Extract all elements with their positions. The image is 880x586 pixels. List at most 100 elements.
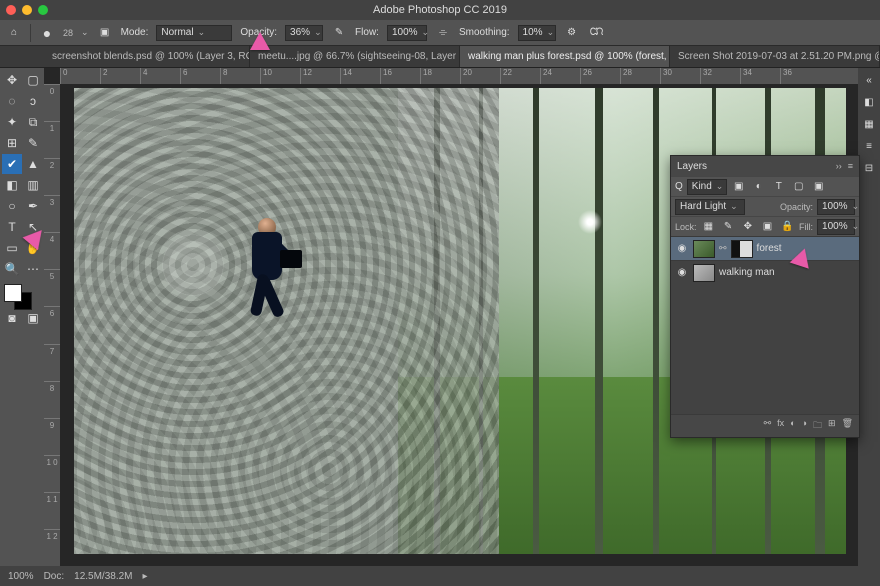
filter-pixel-icon[interactable]: ▣ (731, 179, 747, 195)
zoom-level[interactable]: 100% (8, 571, 34, 582)
fx-icon[interactable]: fx (777, 418, 784, 434)
ruler-tick: 12 (300, 68, 340, 84)
maximize-window-button[interactable] (38, 5, 48, 15)
brush-panel-icon[interactable]: ▣ (97, 25, 113, 41)
dropdown-caret-icon[interactable]: ⌄ (81, 27, 89, 38)
ruler-tick: 16 (380, 68, 420, 84)
lock-transparency-icon[interactable]: ▦ (701, 219, 717, 235)
canvas-tree (653, 88, 659, 554)
lock-pixels-icon[interactable]: ✎ (720, 219, 736, 235)
layer-name[interactable]: forest (757, 243, 782, 254)
group-icon[interactable]: 🗀 (813, 418, 822, 434)
document-tab[interactable]: screenshot blends.psd @ 100% (Layer 3, R… (44, 46, 250, 67)
layer-row[interactable]: ◉ walking man (671, 260, 859, 284)
ruler-tick: 2 (100, 68, 140, 84)
dodge-tool[interactable]: ○ (2, 196, 22, 216)
layer-blend-mode-select[interactable]: Hard Light (675, 199, 745, 215)
ruler-horizontal[interactable]: 024681012141618202224262830323436 (60, 68, 858, 84)
add-mask-icon[interactable]: ◐ (790, 418, 795, 434)
quick-mask-toggle[interactable]: ◙ (2, 315, 22, 321)
lock-all-icon[interactable]: 🔒 (779, 219, 795, 235)
adjustments-panel-icon[interactable]: ≡ (861, 138, 877, 154)
panel-menu-icon[interactable]: ≡ (848, 161, 853, 171)
link-mask-icon[interactable]: ⚯ (719, 243, 727, 254)
lasso-tool[interactable]: ɔ (23, 91, 43, 111)
marquee-tool[interactable]: ◌ (2, 91, 22, 111)
delete-layer-icon[interactable]: 🗑 (842, 418, 853, 434)
flow-label: Flow: (355, 27, 379, 38)
ruler-tick: 3 (44, 195, 60, 232)
layer-opacity-input[interactable]: 100% (817, 199, 855, 215)
eyedropper-tool[interactable]: ✎ (23, 133, 43, 153)
lock-position-icon[interactable]: ✥ (740, 219, 756, 235)
ruler-tick: 2 (44, 158, 60, 195)
quick-select-tool[interactable]: ✦ (2, 112, 22, 132)
crop-tool[interactable]: ⧉ (23, 112, 43, 132)
pressure-opacity-icon[interactable]: ✎ (331, 25, 347, 41)
layer-mask-thumbnail[interactable] (731, 240, 753, 258)
swatches-panel-icon[interactable]: ▦ (861, 116, 877, 132)
filter-kind-select[interactable]: Kind (687, 179, 727, 195)
zoom-tool[interactable]: 🔍 (2, 259, 22, 279)
type-tool[interactable]: T (2, 217, 22, 237)
smoothing-input[interactable]: 10% (518, 25, 556, 41)
flow-input[interactable]: 100% (387, 25, 427, 41)
filter-shape-icon[interactable]: ▢ (791, 179, 807, 195)
properties-panel-icon[interactable]: ⊟ (861, 160, 877, 176)
frame-tool[interactable]: ⊞ (2, 133, 22, 153)
layer-name[interactable]: walking man (719, 267, 775, 278)
layers-empty-area[interactable] (671, 284, 859, 414)
status-menu-caret-icon[interactable]: ▸ (143, 571, 148, 582)
shape-tool[interactable]: ▭ (2, 238, 22, 258)
adjustment-layer-icon[interactable]: ◑ (802, 418, 807, 434)
link-layers-icon[interactable]: ⚯ (764, 418, 772, 434)
search-icon[interactable]: Q (675, 181, 683, 192)
move-tool[interactable]: ✥ (2, 70, 22, 90)
ruler-tick: 6 (180, 68, 220, 84)
brush-tool[interactable]: ✔ (2, 154, 22, 174)
document-tab[interactable]: meetu....jpg @ 66.7% (sightseeing-08, La… (250, 46, 460, 67)
layer-thumbnail[interactable] (693, 264, 715, 282)
fill-input[interactable]: 100% (817, 219, 855, 235)
collapse-icon[interactable]: ›› (836, 161, 842, 171)
ruler-vertical[interactable]: 01234567891 01 11 2 (44, 84, 60, 566)
color-panel-icon[interactable]: ◧ (861, 94, 877, 110)
foreground-color-swatch[interactable] (4, 284, 22, 302)
blend-mode-select[interactable]: Normal (156, 25, 232, 41)
minimize-window-button[interactable] (22, 5, 32, 15)
layers-panel[interactable]: Layers ›› ≡ Q Kind ▣ ◐ T ▢ ▣ Hard Light … (670, 155, 860, 438)
new-layer-icon[interactable]: ⊞ (828, 418, 836, 434)
clone-stamp-tool[interactable]: ▲ (23, 154, 43, 174)
gear-icon[interactable]: ⚙ (564, 25, 580, 41)
ruler-tick: 22 (500, 68, 540, 84)
visibility-toggle-icon[interactable]: ◉ (675, 243, 689, 254)
document-tabs: screenshot blends.psd @ 100% (Layer 3, R… (0, 46, 880, 68)
symmetry-icon[interactable]: ᙅᙁ (588, 25, 604, 41)
visibility-toggle-icon[interactable]: ◉ (675, 267, 689, 278)
layer-row[interactable]: ◉ ⚯ forest (671, 236, 859, 260)
collapse-panels-icon[interactable]: « (861, 72, 877, 88)
airbrush-icon[interactable]: ⌯ (435, 25, 451, 41)
close-window-button[interactable] (6, 5, 16, 15)
edit-toolbar[interactable]: ⋯ (23, 259, 43, 279)
layer-thumbnail[interactable] (693, 240, 715, 258)
opacity-input[interactable]: 36% (285, 25, 323, 41)
lock-artboard-icon[interactable]: ▣ (760, 219, 776, 235)
home-icon[interactable]: ⌂ (6, 25, 22, 41)
smoothing-label: Smoothing: (459, 27, 510, 38)
screen-mode-toggle[interactable]: ▣ (23, 315, 43, 321)
color-swatches[interactable] (2, 280, 43, 300)
brush-size-value[interactable]: 28 (63, 28, 73, 38)
gradient-tool[interactable]: ▥ (23, 175, 43, 195)
tab-label: walking man plus forest.psd @ 100% (fore… (468, 51, 670, 62)
pen-tool[interactable]: ✒ (23, 196, 43, 216)
filter-smart-icon[interactable]: ▣ (811, 179, 827, 195)
eraser-tool[interactable]: ◧ (2, 175, 22, 195)
ruler-tick: 30 (660, 68, 700, 84)
filter-type-icon[interactable]: T (771, 179, 787, 195)
brush-preset-icon[interactable]: ● (39, 25, 55, 41)
document-tab-active[interactable]: walking man plus forest.psd @ 100% (fore… (460, 46, 670, 67)
filter-adjust-icon[interactable]: ◐ (751, 179, 767, 195)
document-tab[interactable]: Screen Shot 2019-07-03 at 2.51.20 PM.png… (670, 46, 880, 67)
artboard-tool[interactable]: ▢ (23, 70, 43, 90)
